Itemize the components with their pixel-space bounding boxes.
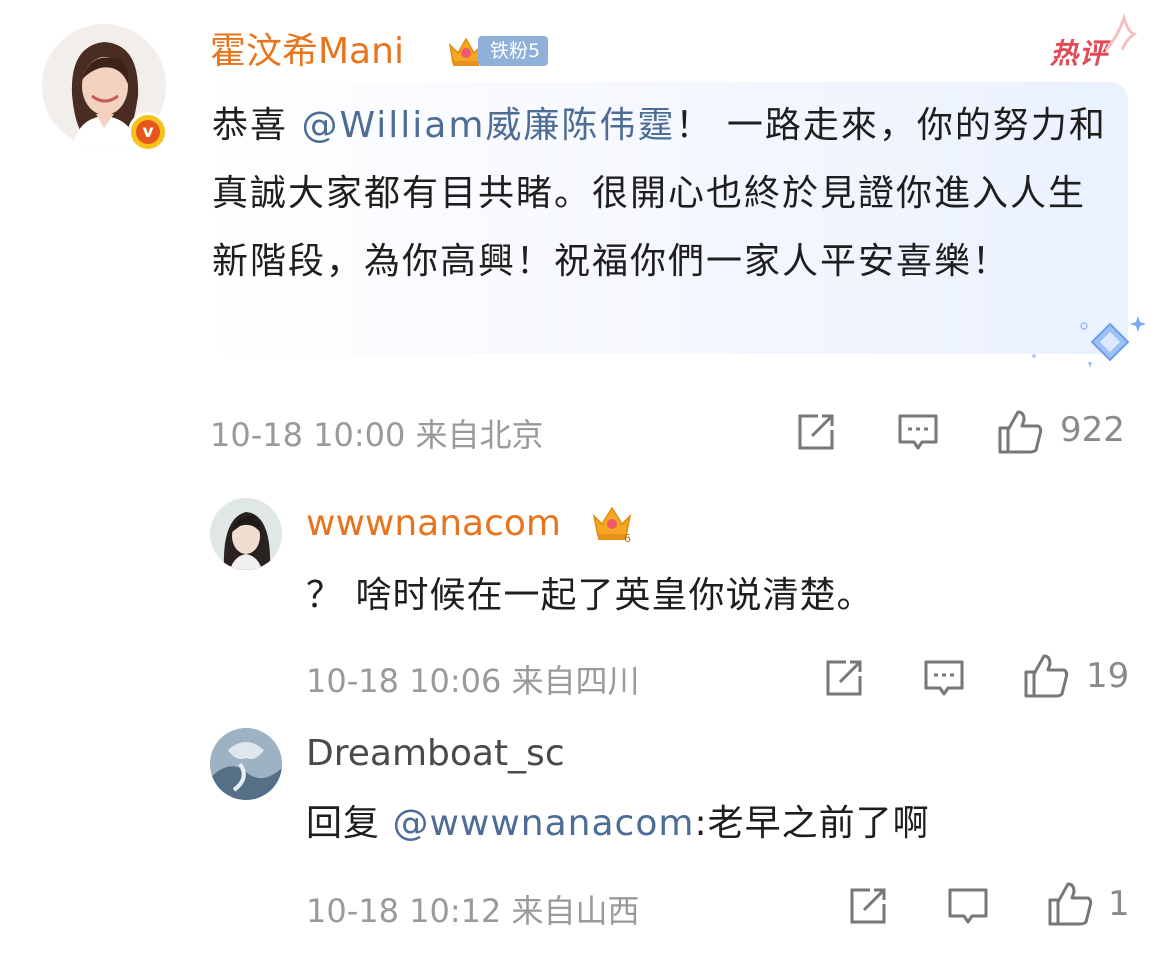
like-icon[interactable]: [1046, 880, 1094, 928]
like-count: 1: [1108, 884, 1130, 924]
comment-icon[interactable]: [922, 656, 966, 700]
main-comment-text: 恭喜 @William威廉陈伟霆！ 一路走來，你的努力和真誠大家都有目共睹。很開…: [212, 105, 1107, 282]
reply-1-text: ？ 啥时候在一起了英皇你说清楚。: [306, 575, 874, 616]
comment-icon[interactable]: [896, 410, 940, 454]
like-count: 922: [1060, 410, 1125, 450]
share-icon[interactable]: [822, 656, 866, 700]
diamond-deco-icon: [1032, 316, 1146, 368]
fan-badge-label: 铁粉5: [478, 36, 549, 66]
svg-text:6: 6: [624, 532, 631, 544]
reply-1-meta: 10-18 10:06 来自四川: [306, 662, 640, 700]
reply-2-text: 回复 @wwwnanacom:老早之前了啊: [306, 803, 930, 844]
share-icon[interactable]: [846, 884, 890, 928]
avatar-image: [210, 728, 282, 800]
main-comment-meta: 10-18 10:00 来自北京: [210, 416, 544, 454]
reply-2-meta: 10-18 10:12 来自山西: [306, 892, 640, 930]
main-username[interactable]: 霍汶希Mani: [210, 28, 404, 76]
like-icon[interactable]: [996, 408, 1044, 456]
like-icon[interactable]: [1022, 652, 1070, 700]
share-icon[interactable]: [794, 410, 838, 454]
reply-2-username[interactable]: Dreamboat_sc: [306, 730, 565, 778]
verified-v-icon: v: [128, 112, 168, 152]
mention-link[interactable]: @William威廉陈伟霆: [301, 105, 675, 146]
avatar-reply-2[interactable]: [210, 728, 282, 800]
fan-level-badge: 铁粉5: [446, 33, 549, 69]
hot-flame-deco-icon: [1104, 14, 1138, 51]
avatar-reply-1[interactable]: [210, 498, 282, 570]
comment-icon[interactable]: [946, 884, 990, 928]
reply-1-username[interactable]: wwwnanacom: [306, 500, 561, 548]
avatar-portrait: [210, 498, 282, 570]
like-count: 19: [1086, 656, 1130, 696]
crown-level-icon: 6: [592, 506, 632, 544]
mention-link[interactable]: @wwwnanacom: [392, 803, 694, 844]
